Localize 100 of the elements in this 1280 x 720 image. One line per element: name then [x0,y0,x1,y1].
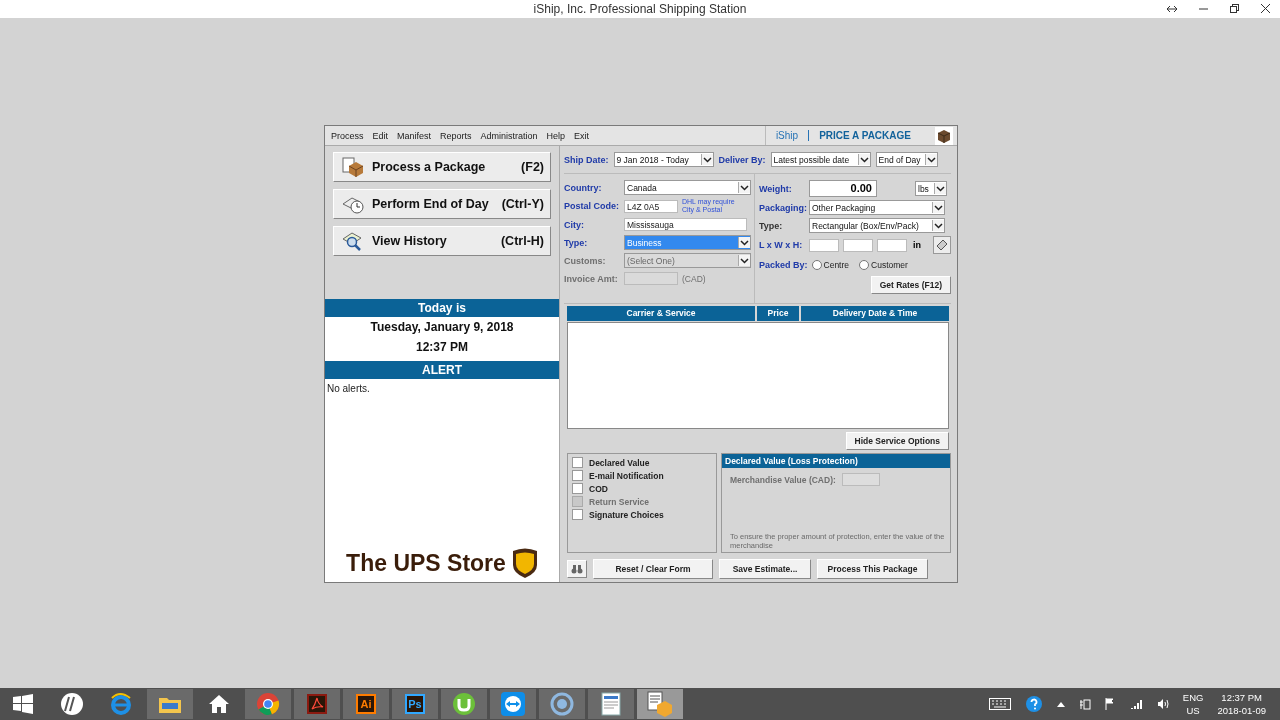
alert-heading: ALERT [325,361,559,379]
app-icon[interactable]: Ai [356,694,376,714]
ring-icon[interactable] [550,692,574,716]
clock-time[interactable]: 12:37 PM [1221,691,1263,704]
language-label[interactable]: ENG [1182,691,1204,704]
teamviewer-icon[interactable] [501,692,525,716]
ship-date-dropdown[interactable]: 9 Jan 2018 - Today [613,152,714,167]
field-label: Merchandise Value (CAD): [730,474,836,485]
packaging-dropdown[interactable]: Other Packaging [809,200,945,215]
box-icon[interactable] [935,126,953,145]
package-icon[interactable] [647,691,673,717]
caret-icon[interactable] [700,154,713,165]
document-icon[interactable] [601,692,621,716]
mode-title: PRICE A PACKAGE [819,130,911,141]
dropdown[interactable]: Business [624,235,751,250]
option-checkbox[interactable]: E-mail Notification [572,470,716,481]
dropdown[interactable]: Canada [624,180,751,195]
action-button[interactable]: Reset / Clear Form [593,559,713,579]
menu-item[interactable]: Edit [372,130,389,141]
circle-logo-icon[interactable] [60,692,84,716]
field-label: Type: [564,237,589,248]
hide-options-button[interactable]: Hide Service Options [845,432,949,450]
option-checkbox[interactable]: Signature Choices [572,509,716,520]
volume-icon[interactable] [1156,698,1169,710]
currency-label: (CAD) [682,273,706,284]
app-icon[interactable]: Ps [405,694,425,714]
app-icon[interactable] [307,694,327,714]
caret-icon[interactable] [857,154,870,165]
field-label: Packed By: [759,259,808,270]
field-label: Customs: [564,255,607,266]
input-field[interactable]: L4Z 0A5 [624,199,678,213]
field-label: Packaging: [759,202,805,213]
caret-icon[interactable] [932,202,944,213]
menu-item[interactable]: Manifest [397,130,432,141]
unit-label: in [913,240,921,250]
torrent-icon[interactable] [452,692,476,716]
region-label[interactable]: US [1186,704,1200,717]
field-label: Type: [759,220,784,231]
menu-item[interactable]: Process [331,130,364,141]
browser-icon[interactable] [109,692,133,716]
width-field[interactable] [843,238,873,252]
column-header[interactable]: Carrier & Service [567,306,755,321]
ruler-button[interactable] [933,236,951,254]
weight-field[interactable]: 0.00 [809,180,877,197]
field-label: Weight: [759,183,793,194]
caret-icon[interactable] [932,220,944,231]
keyboard-icon[interactable] [988,698,1011,710]
power-icon[interactable] [1078,698,1091,710]
column-header[interactable]: Price [757,306,799,321]
menu-item[interactable]: Administration [480,130,538,141]
action-button[interactable]: View History (Ctrl-H) [333,226,551,256]
caret-icon[interactable] [738,182,750,193]
today-heading: Today is [325,299,559,317]
home-icon[interactable] [208,694,230,714]
menu-item[interactable]: Reports [440,130,472,141]
option-checkbox[interactable]: COD [572,483,716,494]
column-header[interactable]: Delivery Date & Time [801,306,949,321]
caret-icon[interactable] [738,237,750,248]
type-dropdown[interactable]: Rectangular (Box/Env/Pack) [809,218,945,233]
action-button[interactable]: Perform End of Day (Ctrl-Y) [333,189,551,219]
input-field[interactable]: Mississauga [624,218,747,231]
window-title: iShip, Inc. Professional Shipping Station [533,2,747,16]
caret-icon[interactable] [934,183,946,194]
height-field[interactable] [877,238,907,252]
today-time: 12:37 PM [415,340,469,356]
caret-icon[interactable] [924,154,937,165]
binoculars-icon [571,564,583,574]
option-checkbox[interactable]: Declared Value [572,457,716,468]
search-icon [342,231,364,251]
resize-icon[interactable] [1167,4,1177,13]
field-label: Postal Code: [564,201,620,211]
clock-date[interactable]: 2018-01-09 [1217,704,1266,717]
radio-option[interactable]: Customer [859,259,908,270]
length-field[interactable] [809,238,839,252]
radio-option[interactable]: Centre [811,259,850,270]
close-icon[interactable] [1261,4,1270,13]
get-rates-button[interactable]: Get Rates (F12) [870,276,951,294]
ship-logo: iShip [775,130,799,141]
chrome-icon[interactable] [256,692,280,716]
chevron-up-icon[interactable] [1056,701,1065,707]
action-button[interactable]: Save Estimate... [719,559,811,579]
help-icon[interactable] [1024,695,1043,713]
signal-icon[interactable] [1130,699,1143,709]
merchandise-field[interactable] [841,473,880,486]
action-button[interactable]: Process a Package (F2) [333,152,551,182]
today-date: Tuesday, January 9, 2018 [369,320,515,336]
action-button[interactable]: Process This Package [817,559,928,579]
deliver-time-dropdown[interactable]: End of Day [875,152,938,167]
menu-item[interactable]: Exit [574,130,590,141]
field-label: Country: [564,182,603,193]
menu-item[interactable]: Help [546,130,566,141]
windows-icon[interactable] [13,694,33,714]
alert-text: No alerts. [326,382,371,396]
binoculars-button[interactable] [567,560,587,578]
field-label: City: [564,219,585,230]
deliver-by-dropdown[interactable]: Latest possible date [770,152,871,167]
unit-dropdown[interactable]: lbs [915,181,947,196]
maximize-icon[interactable] [1230,4,1239,13]
field-label: Ship Date: [564,154,609,165]
panel-heading: Declared Value (Loss Protection) [722,454,950,468]
